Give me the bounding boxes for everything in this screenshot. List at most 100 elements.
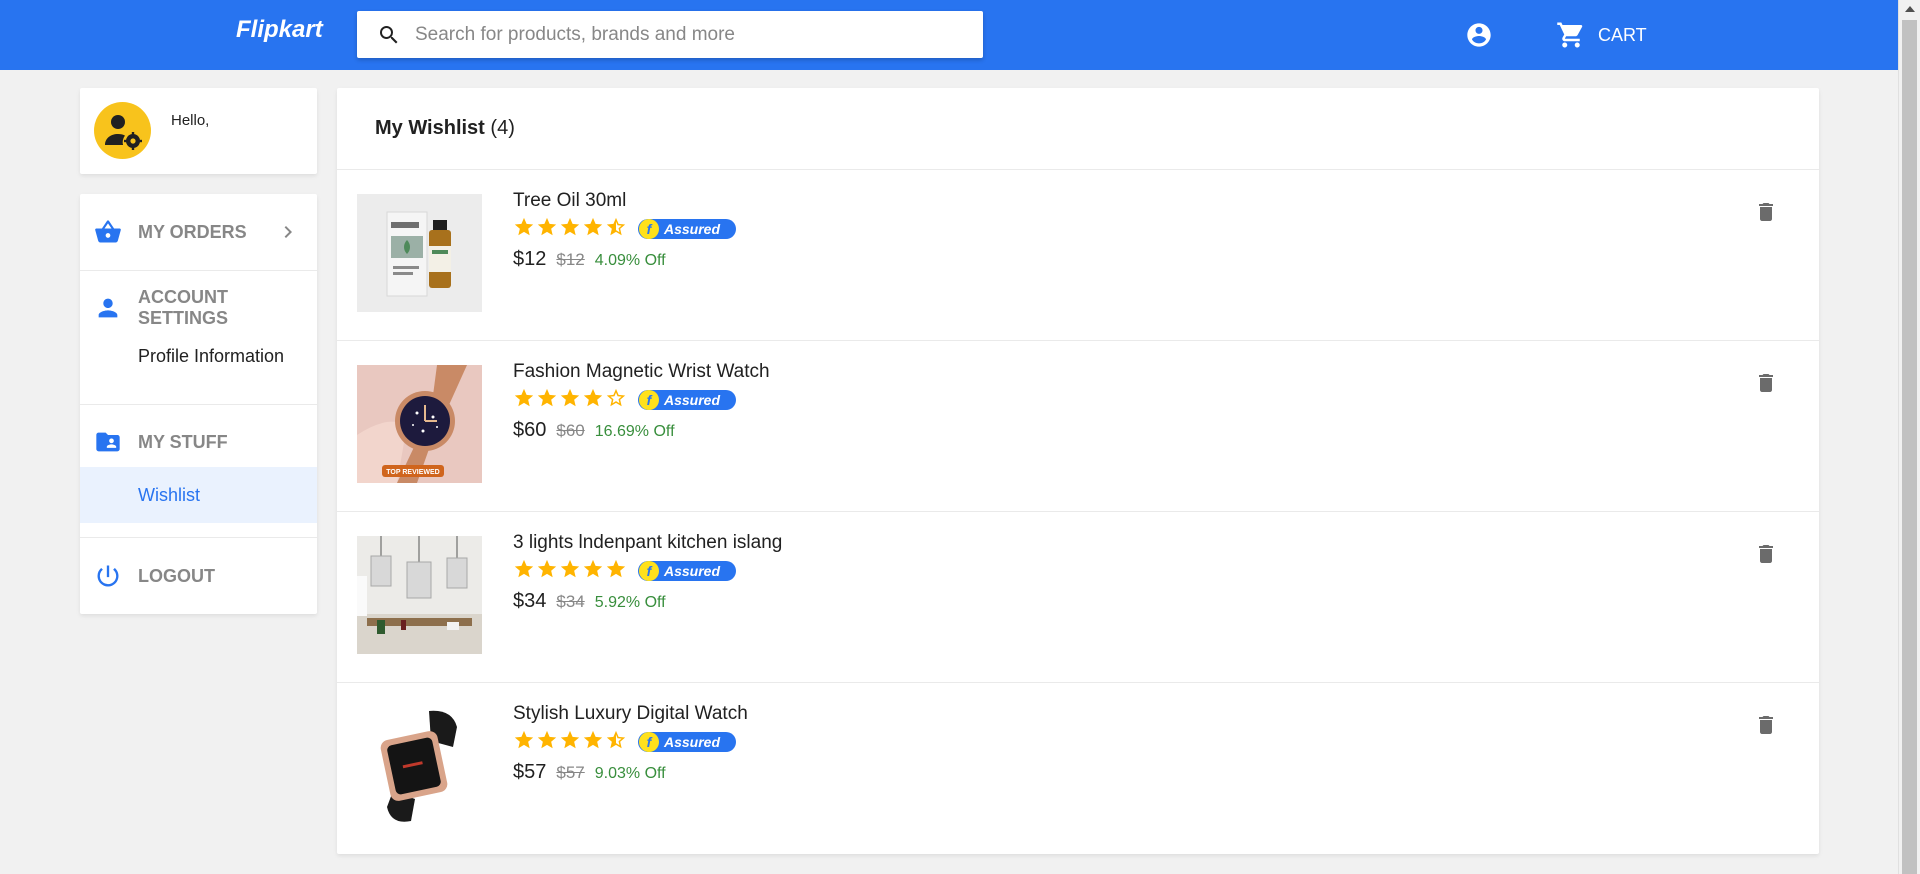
power-icon bbox=[97, 565, 119, 587]
product-image-tea-tree-oil[interactable] bbox=[357, 194, 482, 312]
star-full-icon bbox=[537, 559, 557, 578]
star-half-icon bbox=[606, 730, 626, 749]
page-title: My Wishlist (4) bbox=[375, 117, 515, 140]
account-circle-icon[interactable] bbox=[1465, 21, 1493, 49]
star-full-icon bbox=[583, 217, 603, 236]
cart-label: CART bbox=[1598, 24, 1647, 45]
star-full-icon bbox=[514, 730, 534, 749]
star-full-icon bbox=[514, 217, 534, 236]
discount-text: 9.03% Off bbox=[594, 765, 666, 782]
star-half-icon bbox=[606, 217, 626, 236]
chevron-right-icon bbox=[284, 226, 292, 238]
top-reviewed-badge: TOP REVIEWED bbox=[386, 469, 439, 476]
scroll-thumb[interactable] bbox=[1902, 20, 1917, 874]
product-name[interactable]: Fashion Magnetic Wrist Watch bbox=[513, 361, 770, 383]
star-full-icon bbox=[583, 388, 603, 407]
product-image-pendant-lights[interactable] bbox=[357, 536, 482, 654]
wishlist-item: 3 lights lndenpant kitchen islang f Assu… bbox=[337, 512, 1819, 683]
shopping-cart-icon bbox=[1557, 22, 1583, 48]
flipkart-logo[interactable]: Flipkart bbox=[236, 16, 323, 44]
page-scrollbar[interactable] bbox=[1898, 0, 1920, 874]
star-full-icon bbox=[583, 730, 603, 749]
account-settings-label: ACCOUNT SETTINGS bbox=[138, 287, 229, 328]
wishlist-item: Tree Oil 30ml f Assured $12 $12 4.09% Of… bbox=[337, 170, 1819, 341]
price-row: $60 $60 16.69% Off bbox=[513, 419, 675, 442]
flipkart-assured-badge: f Assured bbox=[638, 219, 736, 239]
product-name[interactable]: Tree Oil 30ml bbox=[513, 190, 626, 212]
logout-label: LOGOUT bbox=[138, 565, 215, 586]
folder-user-icon bbox=[96, 432, 120, 452]
product-name[interactable]: 3 lights lndenpant kitchen islang bbox=[513, 532, 782, 554]
current-price: $57 bbox=[513, 761, 547, 783]
star-full-icon bbox=[537, 217, 557, 236]
magnetic-wrist-watch-image: TOP REVIEWED bbox=[357, 365, 482, 483]
flipkart-assured-badge: f Assured bbox=[638, 561, 736, 581]
scroll-up-arrow-icon[interactable] bbox=[1905, 6, 1915, 12]
assured-label: Assured bbox=[663, 734, 720, 750]
original-price: $12 bbox=[556, 250, 585, 269]
star-full-icon bbox=[560, 388, 580, 407]
search-icon[interactable] bbox=[377, 23, 401, 47]
sidebar-item-logout[interactable]: LOGOUT bbox=[80, 538, 317, 614]
avatar bbox=[94, 102, 151, 159]
wishlist-item: TOP REVIEWED Fashion Magnetic Wrist Watc… bbox=[337, 341, 1819, 512]
current-price: $60 bbox=[513, 419, 547, 441]
original-price: $60 bbox=[556, 421, 585, 440]
star-empty-icon bbox=[606, 388, 626, 407]
sidebar-item-my-orders[interactable]: MY ORDERS bbox=[80, 194, 317, 270]
assured-label: Assured bbox=[663, 221, 720, 237]
wishlist-item: Stylish Luxury Digital Watch f Assured $… bbox=[337, 683, 1819, 854]
price-row: $12 $12 4.09% Off bbox=[513, 248, 666, 271]
greeting-text: Hello, bbox=[171, 112, 210, 129]
star-full-icon bbox=[560, 559, 580, 578]
star-full-icon bbox=[560, 217, 580, 236]
star-full-icon bbox=[606, 559, 626, 578]
delete-icon[interactable] bbox=[1754, 200, 1778, 224]
price-row: $57 $57 9.03% Off bbox=[513, 761, 666, 784]
star-full-icon bbox=[537, 730, 557, 749]
discount-text: 5.92% Off bbox=[594, 594, 666, 611]
sidebar-item-profile-information[interactable]: Profile Information bbox=[80, 332, 317, 380]
star-rating bbox=[513, 729, 628, 751]
star-full-icon bbox=[583, 559, 603, 578]
wishlist-panel: My Wishlist (4) Tree Oil 30ml f Assured … bbox=[337, 88, 1819, 854]
pendant-lights-image bbox=[357, 536, 482, 654]
star-rating bbox=[513, 216, 628, 238]
user-settings-icon bbox=[105, 115, 142, 150]
assured-label: Assured bbox=[663, 563, 720, 579]
tea-tree-oil-image bbox=[357, 194, 482, 312]
my-orders-label: MY ORDERS bbox=[138, 221, 247, 242]
search-input[interactable] bbox=[415, 11, 975, 58]
delete-icon[interactable] bbox=[1754, 542, 1778, 566]
profile-greeting-card: Hello, bbox=[80, 88, 317, 174]
original-price: $34 bbox=[556, 592, 585, 611]
delete-icon[interactable] bbox=[1754, 713, 1778, 737]
digital-watch-image bbox=[357, 707, 482, 825]
price-row: $34 $34 5.92% Off bbox=[513, 590, 666, 613]
delete-icon[interactable] bbox=[1754, 371, 1778, 395]
account-sidebar: MY ORDERS ACCOUNT SETTINGS Profile Infor… bbox=[80, 194, 317, 614]
product-image-magnetic-watch[interactable]: TOP REVIEWED bbox=[357, 365, 482, 483]
wishlist-title: My Wishlist bbox=[375, 117, 485, 139]
discount-text: 4.09% Off bbox=[594, 252, 666, 269]
star-full-icon bbox=[560, 730, 580, 749]
sidebar-item-wishlist[interactable]: Wishlist bbox=[80, 467, 317, 523]
person-icon bbox=[98, 298, 118, 318]
star-rating bbox=[513, 558, 628, 580]
product-name[interactable]: Stylish Luxury Digital Watch bbox=[513, 703, 748, 725]
star-full-icon bbox=[514, 388, 534, 407]
search-bar[interactable] bbox=[357, 11, 983, 58]
assured-label: Assured bbox=[663, 392, 720, 408]
star-rating bbox=[513, 387, 628, 409]
star-full-icon bbox=[514, 559, 534, 578]
product-image-digital-watch[interactable] bbox=[357, 707, 482, 825]
original-price: $57 bbox=[556, 763, 585, 782]
flipkart-assured-badge: f Assured bbox=[638, 390, 736, 410]
cart-button[interactable]: CART bbox=[1556, 20, 1647, 50]
star-full-icon bbox=[537, 388, 557, 407]
current-price: $12 bbox=[513, 248, 547, 270]
discount-text: 16.69% Off bbox=[594, 423, 675, 440]
flipkart-assured-badge: f Assured bbox=[638, 732, 736, 752]
my-stuff-label: MY STUFF bbox=[138, 431, 228, 452]
top-header: Flipkart CART bbox=[0, 0, 1898, 70]
